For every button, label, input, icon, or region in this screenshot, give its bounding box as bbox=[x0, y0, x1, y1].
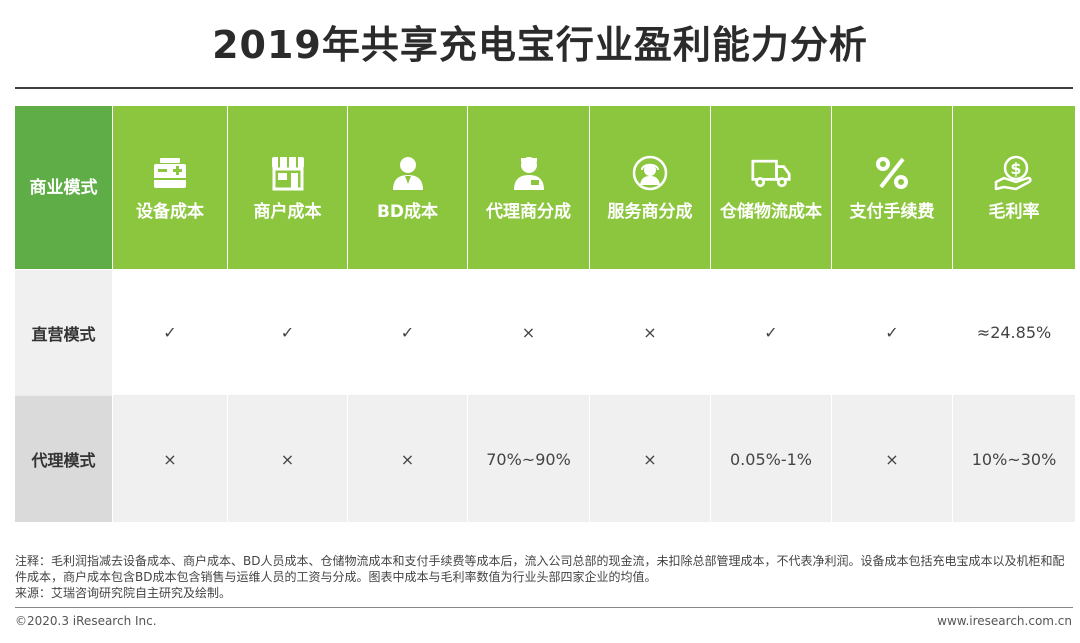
column-header-service-provider-share: 服务商分成 bbox=[590, 106, 710, 270]
table-cell: 0.05%-1% bbox=[711, 396, 831, 522]
table-cell: ✓ bbox=[832, 270, 952, 396]
person-icon bbox=[388, 153, 428, 193]
column-header-payment-fee: 支付手续费 bbox=[832, 106, 952, 270]
column-header-merchant-cost: 商户成本 bbox=[228, 106, 347, 270]
website-link[interactable]: www.iresearch.com.cn bbox=[937, 614, 1072, 628]
column-header-agent-share: 代理商分成 bbox=[468, 106, 589, 270]
storefront-icon bbox=[268, 153, 308, 193]
table-cell: × bbox=[228, 396, 347, 522]
table-cell: × bbox=[468, 270, 589, 396]
svg-text:$: $ bbox=[1010, 159, 1021, 178]
table-cell: × bbox=[590, 270, 710, 396]
footer-divider bbox=[15, 607, 1073, 608]
table-cell: ✓ bbox=[348, 270, 467, 396]
table-cell: 10%~30% bbox=[953, 396, 1075, 522]
copyright-text: ©2020.3 iResearch Inc. bbox=[15, 614, 157, 628]
service-headset-icon bbox=[630, 153, 670, 193]
column-header-logistics-cost: 仓储物流成本 bbox=[711, 106, 831, 270]
agent-person-icon bbox=[509, 153, 549, 193]
column-header-bd-cost: BD成本 bbox=[348, 106, 467, 270]
footnote-text: 注释：毛利润指减去设备成本、商户成本、BD人员成本、仓储物流成本和支付手续费等成… bbox=[15, 554, 1065, 584]
row-label-agent: 代理模式 bbox=[15, 396, 112, 522]
column-header-gross-margin: $ 毛利率 bbox=[953, 106, 1075, 270]
title-divider bbox=[15, 87, 1073, 89]
table-cell: × bbox=[348, 396, 467, 522]
table-cell: 70%~90% bbox=[468, 396, 589, 522]
table-corner-header: 商业模式 bbox=[15, 106, 112, 270]
table-cell: ✓ bbox=[228, 270, 347, 396]
table-cell: ✓ bbox=[711, 270, 831, 396]
charger-device-icon bbox=[150, 153, 190, 193]
table-cell: ✓ bbox=[113, 270, 227, 396]
table-cell: ≈24.85% bbox=[953, 270, 1075, 396]
footnote: 注释：毛利润指减去设备成本、商户成本、BD人员成本、仓储物流成本和支付手续费等成… bbox=[15, 553, 1073, 601]
percent-icon bbox=[872, 153, 912, 193]
delivery-truck-icon bbox=[751, 153, 791, 193]
table-cell: × bbox=[590, 396, 710, 522]
comparison-table: 商业模式 设备成本 商户成本 BD成本 代理商分成 服务商分成 仓储物流成本 支… bbox=[15, 106, 1075, 522]
money-hand-icon: $ bbox=[994, 153, 1034, 193]
column-header-equipment-cost: 设备成本 bbox=[113, 106, 227, 270]
page-title: 2019年共享充电宝行业盈利能力分析 bbox=[212, 23, 868, 67]
table-cell: × bbox=[113, 396, 227, 522]
row-label-direct: 直营模式 bbox=[15, 270, 112, 396]
table-cell: × bbox=[832, 396, 952, 522]
source-text: 来源：艾瑞咨询研究院自主研究及绘制。 bbox=[15, 586, 232, 600]
